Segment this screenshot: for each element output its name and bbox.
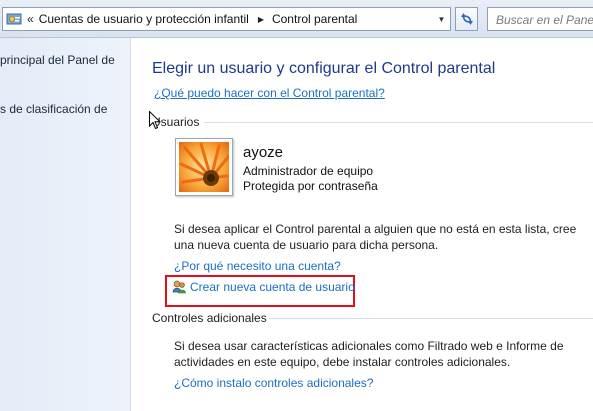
refresh-button[interactable] <box>455 7 478 31</box>
search-box[interactable]: Buscar en el Panel <box>487 7 593 31</box>
user-protection-status: Protegida por contraseña <box>243 179 378 193</box>
flower-picture-icon <box>179 142 229 192</box>
add-user-icon <box>172 280 186 294</box>
address-dropdown-icon[interactable]: ▼ <box>433 7 451 31</box>
create-info-line-1: Si desea aplicar el Control parental a a… <box>174 222 577 236</box>
control-panel-icon <box>4 8 24 30</box>
breadcrumb-overflow-icon[interactable]: « <box>27 12 34 26</box>
create-account-link[interactable]: Crear nueva cuenta de usuario <box>172 279 355 295</box>
help-link[interactable]: ¿Qué puedo hacer con el Control parental… <box>154 86 385 100</box>
address-bar[interactable]: « Cuentas de usuario y protección infant… <box>2 7 449 31</box>
nav-link-rating-systems[interactable]: s de clasificación de <box>0 102 107 116</box>
create-info-line-2: una nueva cuenta de usuario para dicha p… <box>174 238 439 252</box>
page-title: Elegir un usuario y configurar el Contro… <box>152 60 496 77</box>
controls-info-line-1: Si desea usar características adicionale… <box>174 339 564 353</box>
left-navigation-pane: principal del Panel de s de clasificació… <box>0 38 131 411</box>
nav-link-control-panel-home[interactable]: principal del Panel de <box>0 53 115 67</box>
create-account-label[interactable]: Crear nueva cuenta de usuario <box>190 280 355 294</box>
user-avatar[interactable] <box>175 138 233 196</box>
why-account-link[interactable]: ¿Por qué necesito una cuenta? <box>174 259 341 273</box>
search-placeholder: Buscar en el Panel <box>496 13 593 27</box>
breadcrumb-accounts[interactable]: Cuentas de usuario y protección infantil <box>39 12 249 26</box>
breadcrumb-separator-icon[interactable]: ▶ <box>258 15 264 24</box>
section-divider <box>269 318 593 319</box>
user-role: Administrador de equipo <box>243 164 374 178</box>
controls-info-line-2: actividades en este equipo, debe instala… <box>174 355 511 369</box>
navigation-bar: « Cuentas de usuario y protección infant… <box>0 0 593 38</box>
refresh-icon <box>460 13 473 25</box>
user-name[interactable]: ayoze <box>243 144 283 161</box>
additional-controls-header: Controles adicionales <box>152 311 267 325</box>
main-content: Elegir un usuario y configurar el Contro… <box>132 38 593 411</box>
section-divider <box>204 122 593 123</box>
install-controls-link[interactable]: ¿Cómo instalo controles adicionales? <box>174 376 373 390</box>
mouse-cursor-icon <box>149 111 161 130</box>
breadcrumb-parental-control[interactable]: Control parental <box>272 12 357 26</box>
